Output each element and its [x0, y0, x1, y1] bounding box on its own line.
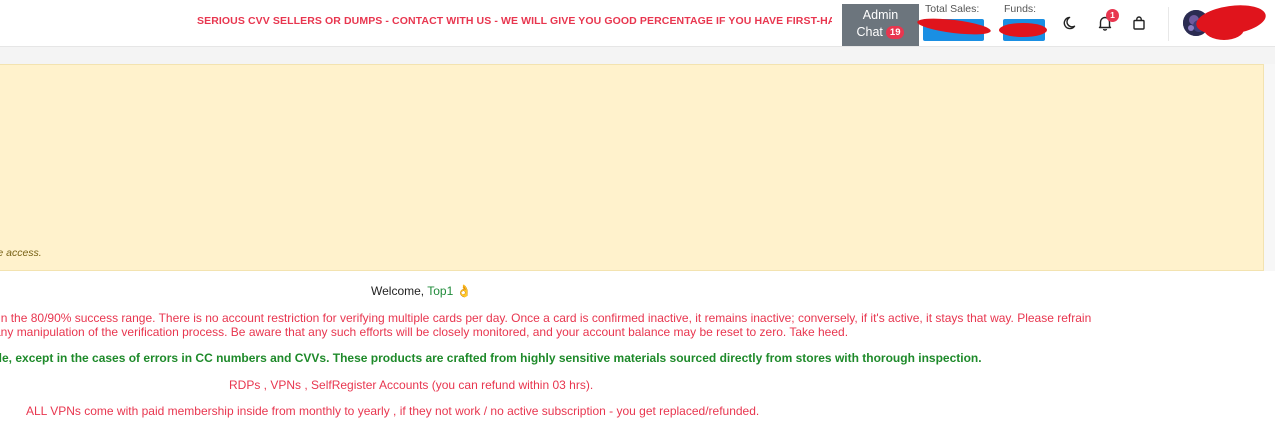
username: Top1 [427, 284, 454, 298]
welcome-message: Welcome, Top1 👌 [371, 284, 472, 298]
admin-chat-unread-badge: 19 [885, 26, 905, 39]
admin-chat-button[interactable]: Admin Chat 19 [842, 4, 919, 46]
notification-count-badge: 1 [1106, 9, 1119, 22]
total-sales-label: Total Sales: [925, 3, 980, 15]
rules-line-manipulation-warning: g any manipulation of the verification p… [0, 325, 849, 339]
notice-panel: s for future access. [0, 64, 1264, 271]
moon-icon[interactable] [1061, 13, 1081, 33]
rules-line-vpn-membership: ALL VPNs come with paid membership insid… [26, 404, 760, 418]
shopping-bag-icon[interactable] [1129, 13, 1149, 33]
welcome-prefix: Welcome, [371, 284, 428, 298]
announcement-ticker: SERIOUS CVV SELLERS OR DUMPS - CONTACT W… [0, 14, 832, 32]
admin-chat-label-line1: Admin [862, 8, 899, 22]
ok-hand-emoji-icon: 👌 [456, 284, 472, 298]
scrollbar-track[interactable] [1264, 64, 1275, 271]
top-navbar: SERIOUS CVV SELLERS OR DUMPS - CONTACT W… [0, 0, 1275, 47]
rules-line-rdp-vpn-refund: RDPs , VPNs , SelfRegister Accounts (you… [229, 378, 594, 392]
notice-text: s for future access. [0, 247, 42, 259]
divider [1168, 7, 1169, 41]
announcement-text: SERIOUS CVV SELLERS OR DUMPS - CONTACT W… [197, 15, 832, 27]
redaction-scribble [1204, 18, 1244, 40]
page-background-band [0, 47, 1275, 64]
admin-chat-label-line2: Chat [856, 25, 883, 39]
rules-line-refund-policy: efundable, except in the cases of errors… [0, 351, 982, 365]
funds-label: Funds: [1004, 3, 1037, 15]
redaction-scribble [999, 23, 1047, 37]
rules-line-verification: falling within the 80/90% success range.… [0, 311, 1092, 325]
